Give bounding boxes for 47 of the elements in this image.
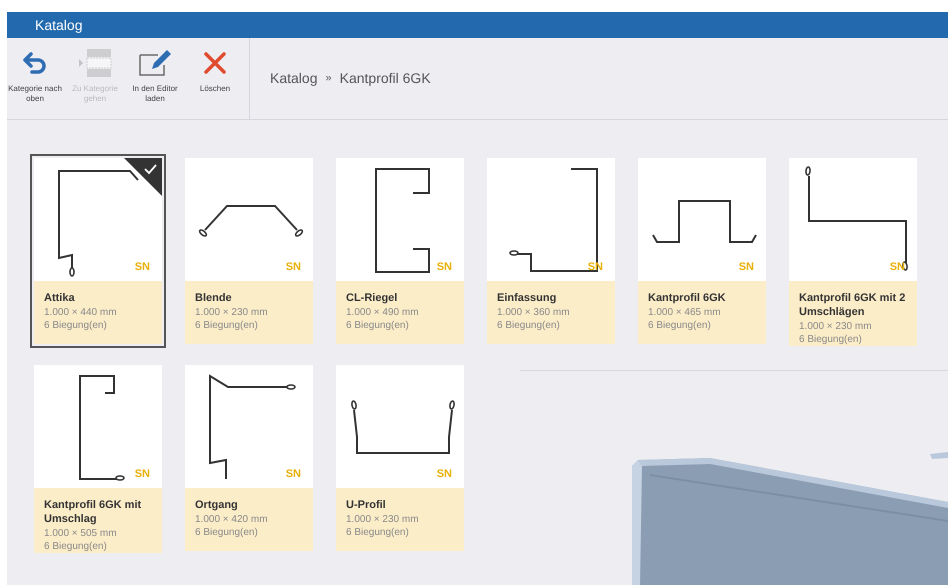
bend-count: 6 Biegung(en) [195,319,259,332]
material-code: SN [436,466,452,482]
material-code: SN [436,260,452,274]
profile-size: 1.000 × 490 mm [346,306,420,319]
profile-name: Attika [44,291,76,305]
breadcrumb-separator: » [325,71,332,86]
toolbar-button[interactable]: In den Editor laden [127,48,183,104]
bend-count: 6 Biegung(en) [799,333,863,346]
bend-count: 6 Biegung(en) [44,540,108,553]
list-arrow-icon [78,48,112,78]
bend-count: 6 Biegung(en) [346,526,410,539]
material-code: SN [286,260,301,274]
profile-size: 1.000 × 230 mm [799,320,873,333]
material-code: SN [286,466,301,482]
bend-count: 6 Biegung(en) [648,319,712,332]
profile-name: Kantprofil 6GK mit 2 Umschlägen [799,291,906,319]
profile-name: CL-Riegel [346,291,398,305]
profile-name: Ortgang [195,498,239,512]
material-code: SN [134,260,150,274]
material-code: SN [738,260,754,274]
profile-size: 1.000 × 230 mm [195,306,269,319]
profile-size: 1.000 × 360 mm [497,306,571,319]
profile-size: 1.000 × 465 mm [648,306,722,319]
profile-size: 1.000 × 505 mm [44,527,118,540]
bend-count: 6 Biegung(en) [44,319,108,332]
bend-count: 6 Biegung(en) [346,319,410,332]
breadcrumb-item[interactable]: Katalog [270,68,318,89]
profile-size: 1.000 × 230 mm [346,513,420,526]
profile-name: Einfassung [497,291,558,305]
undo-arrow-icon [22,51,48,75]
window-title: Katalog [35,16,82,35]
bend-count: 6 Biegung(en) [195,526,259,539]
profile-name: Kantprofil 6GK [648,291,727,305]
breadcrumb-item[interactable]: Kantprofil 6GK [340,68,431,89]
checkmark-icon [124,158,162,196]
profile-size: 1.000 × 420 mm [195,513,269,526]
catalog-card[interactable]: SN Attika 1.000 × 440 mm 6 Biegung(en) [30,154,166,348]
toolbar-button[interactable]: Kategorie nach oben [7,48,63,104]
toolbar-button[interactable]: Löschen [187,48,243,94]
material-code: SN [134,466,150,482]
edit-pencil-icon [138,49,172,77]
profile-name: Kantprofil 6GK mit Umschlag [44,498,142,526]
profile-name: Blende [195,291,233,305]
close-icon [203,51,227,75]
profile-name: U-Profil [346,498,387,512]
profile-size: 1.000 × 440 mm [44,306,118,319]
bend-count: 6 Biegung(en) [497,319,561,332]
